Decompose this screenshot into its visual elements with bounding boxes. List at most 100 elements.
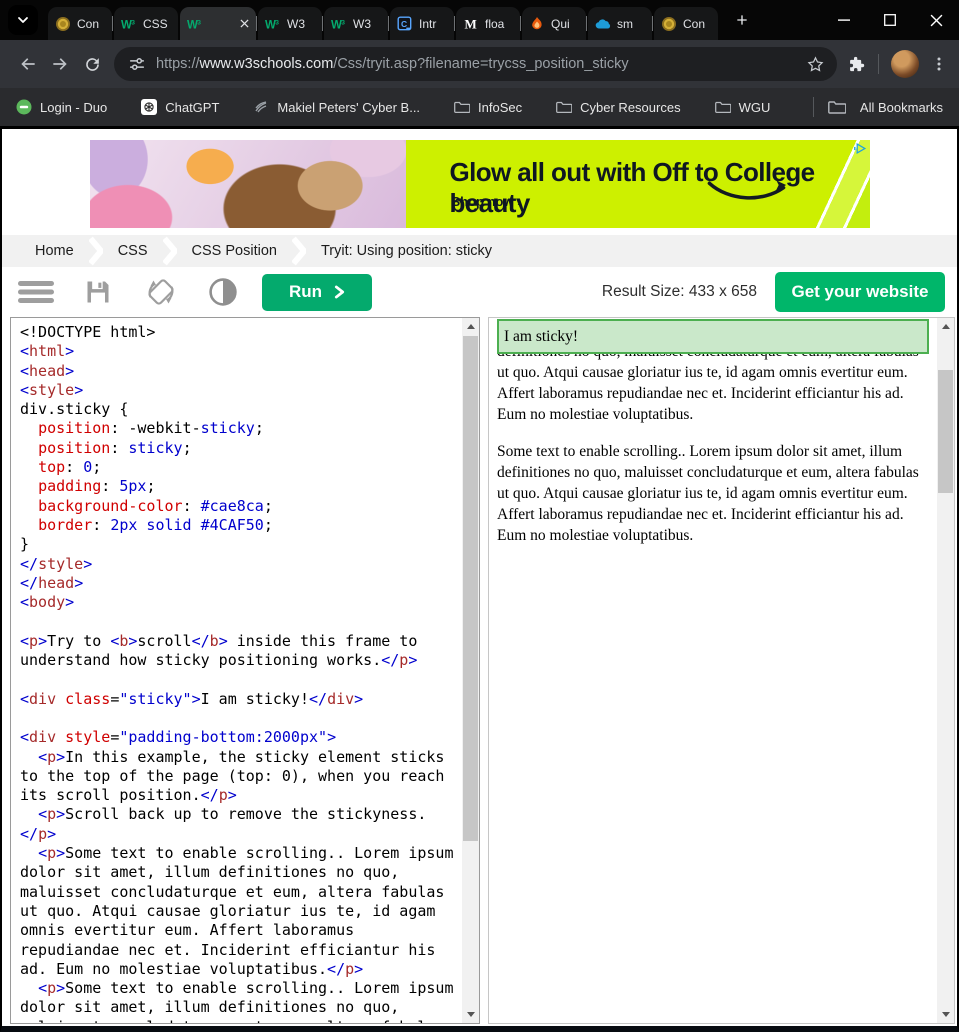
browser-tab[interactable]: Con [48,7,112,40]
contrast-icon[interactable] [208,277,238,307]
bookmark-label: InfoSec [478,100,522,115]
code-line[interactable]: border: 2px solid #4CAF50; [20,516,459,535]
browser-tab[interactable]: CIntr [390,7,454,40]
bookmark-item[interactable]: Cyber Resources [556,99,680,115]
result-size-label: Result Size: 433 x 658 [602,283,757,301]
code-line[interactable]: </style> [20,555,459,574]
scroll-up-arrow-icon[interactable] [937,318,954,335]
tryit-toolbar: Run Result Size: 433 x 658 Get your webs… [2,267,957,317]
code-line[interactable]: top: 0; [20,458,459,477]
ad-banner[interactable]: Glow all out with Off to College beauty … [90,140,870,228]
breadcrumb-item[interactable]: CSS Position [179,243,290,259]
scroll-down-arrow-icon[interactable] [462,1006,479,1023]
browser-tab[interactable]: W3W3 [258,7,322,40]
bookmark-item[interactable]: ChatGPT [141,99,219,115]
code-line[interactable]: <p>In this example, the sticky element s… [20,748,459,806]
bookmark-item[interactable]: Login - Duo [16,99,107,115]
code-line[interactable]: div.sticky { [20,400,459,419]
browser-tab[interactable]: sm [588,7,652,40]
browser-tab[interactable]: W3CSS [114,7,178,40]
code-line[interactable]: <body> [20,593,459,612]
code-line[interactable]: <p>Some text to enable scrolling.. Lorem… [20,844,459,979]
menu-hamburger-icon[interactable] [18,280,54,304]
breadcrumb: HomeCSSCSS PositionTryit: Using position… [2,235,957,267]
code-line[interactable] [20,612,459,631]
scroll-up-arrow-icon[interactable] [462,318,479,335]
window-controls [821,0,959,40]
maximize-button[interactable] [867,0,913,40]
reload-button[interactable] [76,48,108,80]
code-line[interactable]: <!DOCTYPE html> [20,323,459,342]
url-text[interactable]: https://www.w3schools.com/Css/tryit.asp?… [156,56,800,72]
code-line[interactable]: <head> [20,362,459,381]
profile-avatar[interactable] [891,50,919,78]
menu-dots-icon[interactable] [931,56,947,72]
save-icon[interactable] [84,278,112,306]
browser-tab[interactable]: Mfloa [456,7,520,40]
adchoices-icon[interactable] [852,142,867,155]
bookmark-star-icon[interactable] [806,55,825,74]
editor-scrollbar-thumb[interactable] [463,336,478,841]
code-line[interactable]: padding: 5px; [20,477,459,496]
browser-tab[interactable]: Qui [522,7,586,40]
address-bar[interactable]: https://www.w3schools.com/Css/tryit.asp?… [114,47,837,81]
result-scrollbar[interactable] [937,318,954,1023]
chatgpt-icon [141,99,157,115]
new-tab-button[interactable] [728,6,756,34]
code-line[interactable]: } [20,535,459,554]
browser-tab[interactable]: W3W3 [324,7,388,40]
close-tab-button[interactable] [240,19,249,28]
forward-arrow-icon [50,54,70,74]
breadcrumb-chevron-icon [292,236,306,266]
back-button[interactable] [12,48,44,80]
code-line[interactable]: <style> [20,381,459,400]
code-line[interactable]: <div class="sticky">I am sticky!</div> [20,690,459,709]
code-line[interactable]: <p>Scroll back up to remove the stickyne… [20,805,459,824]
site-settings-icon[interactable] [128,55,146,73]
breadcrumb-item[interactable]: Home [22,243,87,259]
divider [813,97,814,117]
all-bookmarks[interactable]: All Bookmarks [813,97,943,117]
code-line[interactable] [20,670,459,689]
bookmark-item[interactable]: Makiel Peters' Cyber B... [253,99,420,115]
rotate-view-icon[interactable] [144,275,178,309]
get-your-website-button[interactable]: Get your website [775,272,945,312]
browser-tab-active[interactable]: W3 [180,7,256,40]
w3schools-icon: W3 [121,16,137,32]
code-line[interactable]: <p>Try to <b>scroll</b> inside this fram… [20,632,459,671]
minimize-button[interactable] [821,0,867,40]
plus-icon [734,12,750,28]
code-line[interactable] [20,709,459,728]
amazon-smile-icon [704,178,796,208]
close-window-button[interactable] [913,0,959,40]
editor-scrollbar[interactable] [462,318,479,1023]
code-line[interactable]: position: -webkit-sticky; [20,419,459,438]
code-content[interactable]: <!DOCTYPE html><html><head><style>div.st… [11,318,462,1023]
result-panel[interactable]: I am sticky! Some text to enable scrolli… [488,317,955,1024]
svg-text:C: C [401,19,407,29]
bookmark-item[interactable]: InfoSec [454,99,522,115]
code-line[interactable]: <html> [20,342,459,361]
code-line[interactable]: </head> [20,574,459,593]
code-line[interactable]: <div style="padding-bottom:2000px"> [20,728,459,747]
cloud-icon [595,16,611,32]
result-scrollbar-thumb[interactable] [938,370,953,493]
bookmark-item[interactable]: WGU [715,99,771,115]
code-line[interactable]: <p>Some text to enable scrolling.. Lorem… [20,979,459,1023]
scroll-down-arrow-icon[interactable] [937,1006,954,1023]
browser-tab[interactable]: Con [654,7,718,40]
code-line[interactable]: position: sticky; [20,439,459,458]
w3schools-icon: W3 [331,16,347,32]
close-icon [930,14,943,27]
extensions-icon[interactable] [847,55,866,74]
forward-button[interactable] [44,48,76,80]
tab-search-button[interactable] [8,5,38,35]
code-line[interactable]: </p> [20,825,459,844]
code-line[interactable]: background-color: #cae8ca; [20,497,459,516]
ad-cta-link[interactable]: Shop now › [452,194,522,209]
breadcrumb-item[interactable]: CSS [105,243,161,259]
run-button[interactable]: Run [262,274,372,311]
code-editor-panel[interactable]: <!DOCTYPE html><html><head><style>div.st… [10,317,480,1024]
svg-text:3: 3 [341,19,345,26]
folder-icon [828,100,846,114]
